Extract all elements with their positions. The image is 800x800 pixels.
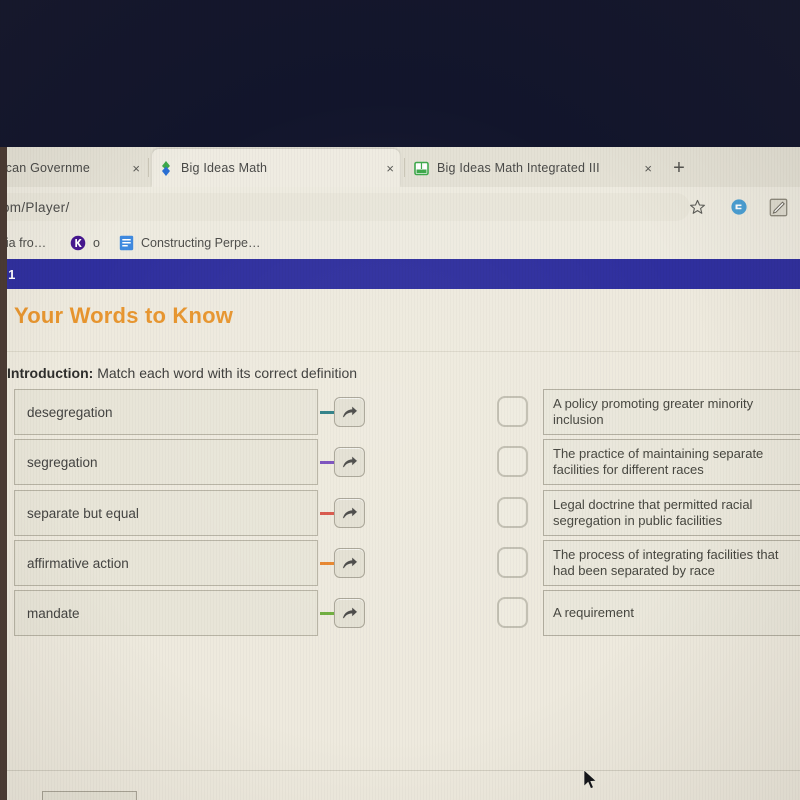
word-label: segregation bbox=[27, 454, 98, 470]
definition-text: The practice of maintaining separate fac… bbox=[553, 446, 764, 477]
browser-tab-strip: American Governme × Big Ideas Math × bbox=[0, 147, 800, 187]
browser-toolbar: om/Player/ bbox=[0, 187, 800, 227]
match-row: segregation The practice of maintaining … bbox=[0, 439, 800, 489]
connector-line bbox=[320, 612, 334, 615]
definition-text: A policy promoting greater minority incl… bbox=[553, 396, 754, 427]
big-ideas-math-book-icon bbox=[414, 161, 429, 176]
screen-photo: American Governme × Big Ideas Math × bbox=[0, 0, 800, 800]
drag-handle-segregation[interactable] bbox=[334, 447, 365, 477]
definition-text: A requirement bbox=[553, 605, 634, 620]
drag-handle-affirmative-action[interactable] bbox=[334, 548, 365, 578]
curved-arrow-right-icon bbox=[343, 456, 357, 468]
word-card-separate-but-equal[interactable]: separate but equal bbox=[14, 490, 318, 536]
word-card-mandate[interactable]: mandate bbox=[14, 590, 318, 636]
definition-card-3[interactable]: Legal doctrine that permitted racial seg… bbox=[543, 490, 800, 536]
connector-line bbox=[320, 411, 334, 414]
connector-line bbox=[320, 461, 334, 464]
tab-separator bbox=[148, 158, 149, 177]
extension-blue-icon[interactable] bbox=[729, 197, 749, 217]
new-tab-plus-icon: + bbox=[673, 156, 685, 179]
word-card-desegregation[interactable]: desegregation bbox=[14, 389, 318, 435]
definition-text: The process of integrating facilities th… bbox=[553, 547, 779, 578]
connector-line bbox=[320, 512, 334, 515]
kahoot-k-icon bbox=[70, 235, 86, 251]
drop-target-5[interactable] bbox=[497, 597, 528, 628]
big-ideas-math-diamond-icon bbox=[158, 160, 173, 176]
definition-card-1[interactable]: A policy promoting greater minority incl… bbox=[543, 389, 800, 435]
definition-card-4[interactable]: The process of integrating facilities th… bbox=[543, 540, 800, 586]
match-row: mandate A requirement bbox=[0, 590, 800, 640]
curved-arrow-right-icon bbox=[343, 607, 357, 619]
address-bar-url: om/Player/ bbox=[2, 199, 70, 215]
footer-button[interactable] bbox=[42, 791, 137, 800]
instruction-label: Introduction: bbox=[7, 365, 94, 381]
tab-title: Big Ideas Math bbox=[181, 161, 268, 175]
word-label: separate but equal bbox=[27, 505, 139, 521]
definition-text: Legal doctrine that permitted racial seg… bbox=[553, 497, 753, 528]
footer-divider bbox=[7, 770, 800, 771]
address-bar[interactable]: om/Player/ bbox=[0, 193, 690, 221]
word-card-segregation[interactable]: segregation bbox=[14, 439, 318, 485]
tab-close-icon[interactable]: × bbox=[386, 161, 394, 176]
instruction-body: Match each word with its correct definit… bbox=[97, 365, 358, 381]
browser-tab-american-government[interactable]: American Governme × bbox=[0, 149, 146, 187]
drop-target-1[interactable] bbox=[497, 396, 528, 427]
browser-tab-big-ideas-math[interactable]: Big Ideas Math × bbox=[152, 149, 400, 187]
page-title: Your Words to Know bbox=[14, 303, 234, 328]
definition-card-5[interactable]: A requirement bbox=[543, 590, 800, 636]
curved-arrow-right-icon bbox=[343, 507, 357, 519]
word-label: desegregation bbox=[27, 404, 113, 420]
browser-window: American Governme × Big Ideas Math × bbox=[0, 147, 800, 800]
curved-arrow-right-icon bbox=[343, 406, 357, 418]
browser-tab-big-ideas-math-integrated[interactable]: Big Ideas Math Integrated III × bbox=[408, 149, 658, 187]
drag-handle-mandate[interactable] bbox=[334, 598, 365, 628]
curved-arrow-right-icon bbox=[343, 557, 357, 569]
tab-close-icon[interactable]: × bbox=[132, 161, 140, 176]
connector-line bbox=[320, 562, 334, 565]
drag-handle-separate-but-equal[interactable] bbox=[334, 498, 365, 528]
activity-content: Your Words to Know Introduction: Match e… bbox=[0, 289, 800, 800]
bookmark-label: o bbox=[93, 236, 100, 250]
matching-activity: desegregation A policy promoting greater… bbox=[0, 389, 800, 639]
extension-grey-icon[interactable] bbox=[768, 197, 788, 217]
word-card-affirmative-action[interactable]: affirmative action bbox=[14, 540, 318, 586]
drag-handle-desegregation[interactable] bbox=[334, 397, 365, 427]
monitor-bezel-top bbox=[0, 0, 800, 147]
google-docs-icon bbox=[118, 235, 134, 251]
match-row: desegregation A policy promoting greater… bbox=[0, 389, 800, 439]
bookmarks-bar: edia fro… o bbox=[0, 227, 800, 259]
bookmark-item-kahoot[interactable]: o bbox=[70, 235, 100, 251]
match-row: affirmative action The process of integr… bbox=[0, 540, 800, 590]
word-label: affirmative action bbox=[27, 555, 129, 571]
drop-target-4[interactable] bbox=[497, 547, 528, 578]
tab-title: American Governme bbox=[0, 161, 91, 175]
instruction-text: Introduction: Match each word with its c… bbox=[7, 365, 357, 381]
new-tab-button[interactable]: + bbox=[666, 155, 692, 181]
bookmark-label: Constructing Perpe… bbox=[141, 236, 261, 250]
definition-card-2[interactable]: The practice of maintaining separate fac… bbox=[543, 439, 800, 485]
word-label: mandate bbox=[27, 605, 80, 621]
match-row: separate but equal Legal doctrine that p… bbox=[0, 490, 800, 540]
monitor-bezel-left bbox=[0, 147, 7, 800]
tab-title: Big Ideas Math Integrated III bbox=[437, 161, 600, 175]
drop-target-2[interactable] bbox=[497, 446, 528, 477]
bookmark-star-icon[interactable] bbox=[687, 197, 707, 217]
bookmark-item-constructing-perpendicular[interactable]: Constructing Perpe… bbox=[118, 235, 261, 251]
app-header-bar: d 1 bbox=[0, 259, 800, 289]
tab-separator bbox=[404, 158, 405, 177]
drop-target-3[interactable] bbox=[497, 497, 528, 528]
tab-close-icon[interactable]: × bbox=[644, 161, 652, 176]
title-divider bbox=[0, 351, 800, 352]
